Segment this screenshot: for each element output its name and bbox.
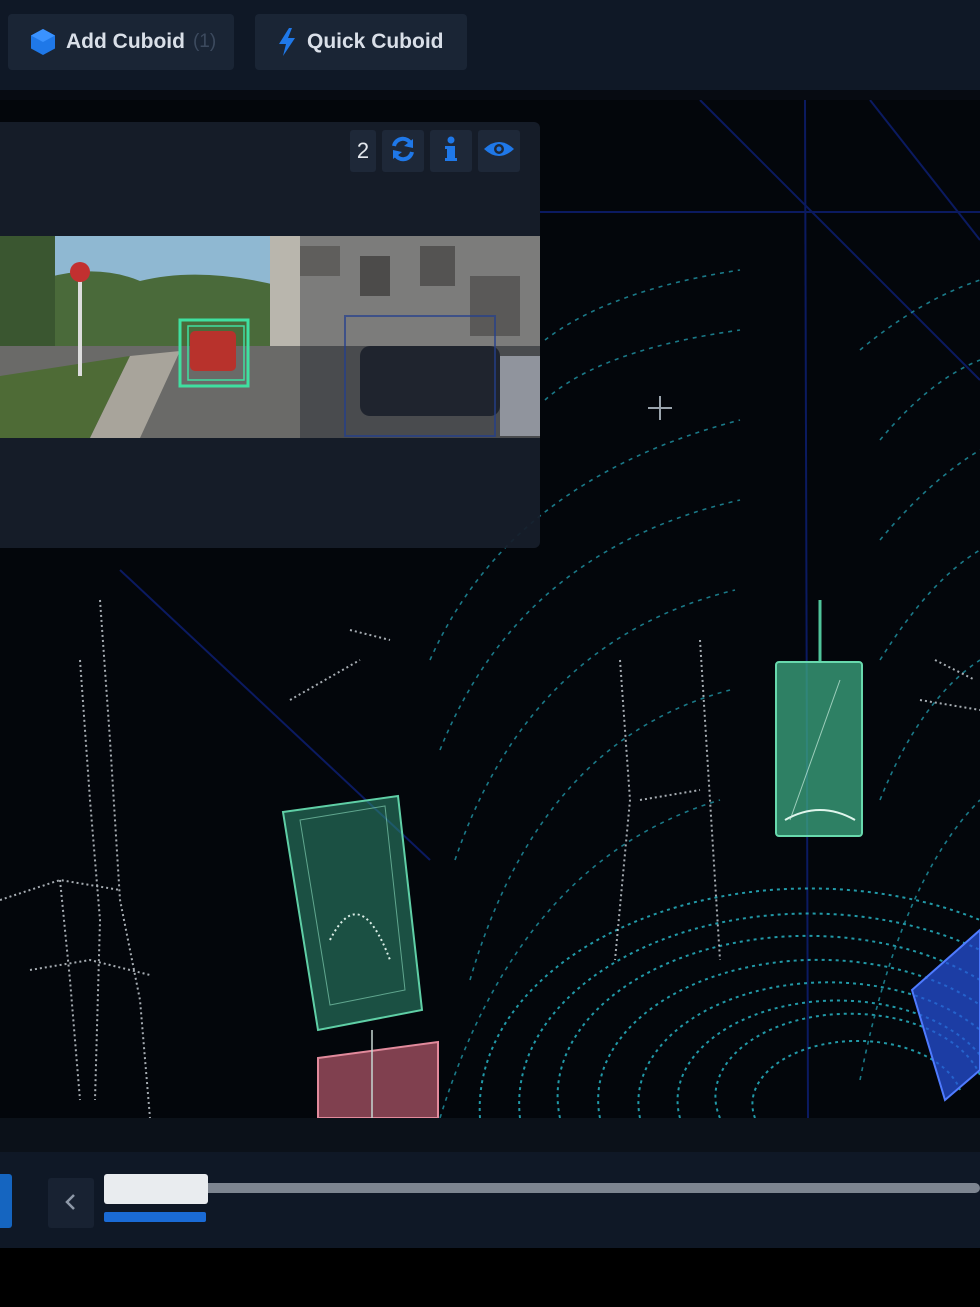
cube-icon (30, 28, 56, 56)
footer (0, 1248, 980, 1307)
timeline-track[interactable] (104, 1183, 980, 1193)
refresh-button[interactable] (382, 130, 424, 172)
chevron-left-icon (64, 1188, 78, 1219)
info-button[interactable] (430, 130, 472, 172)
top-toolbar: Add Cuboid (1) Quick Cuboid (0, 0, 980, 90)
timeline-scrubber[interactable] (104, 1174, 208, 1204)
toolbar-divider (0, 90, 980, 100)
camera-index[interactable]: 2 (350, 130, 376, 172)
add-cuboid-button[interactable]: Add Cuboid (1) (8, 14, 234, 70)
refresh-icon (389, 135, 417, 168)
green-cuboid-right[interactable] (775, 600, 863, 837)
quick-cuboid-label: Quick Cuboid (307, 30, 444, 53)
camera-controls: 2 (350, 130, 520, 172)
eye-icon (483, 138, 515, 165)
green-cuboid-left[interactable] (281, 794, 424, 1032)
info-icon (443, 135, 459, 168)
viewport-bottom-bar (0, 1118, 980, 1152)
blue-cuboid[interactable] (910, 928, 980, 1102)
timeline (0, 1152, 980, 1248)
visibility-button[interactable] (478, 130, 520, 172)
lightning-icon (277, 28, 297, 56)
timeline-left-button[interactable] (0, 1174, 12, 1228)
crosshair (648, 396, 672, 420)
add-cuboid-shortcut: (1) (192, 31, 217, 52)
lidar-viewport[interactable]: 2 (0, 100, 980, 1118)
prev-frame-button[interactable] (48, 1178, 94, 1228)
add-cuboid-label: Add Cuboid (66, 30, 185, 53)
timeline-progress (104, 1212, 206, 1222)
quick-cuboid-button[interactable]: Quick Cuboid (255, 14, 467, 70)
camera-panel: 2 (0, 122, 540, 548)
pink-cuboid[interactable] (317, 1030, 439, 1118)
camera-image (0, 236, 540, 438)
